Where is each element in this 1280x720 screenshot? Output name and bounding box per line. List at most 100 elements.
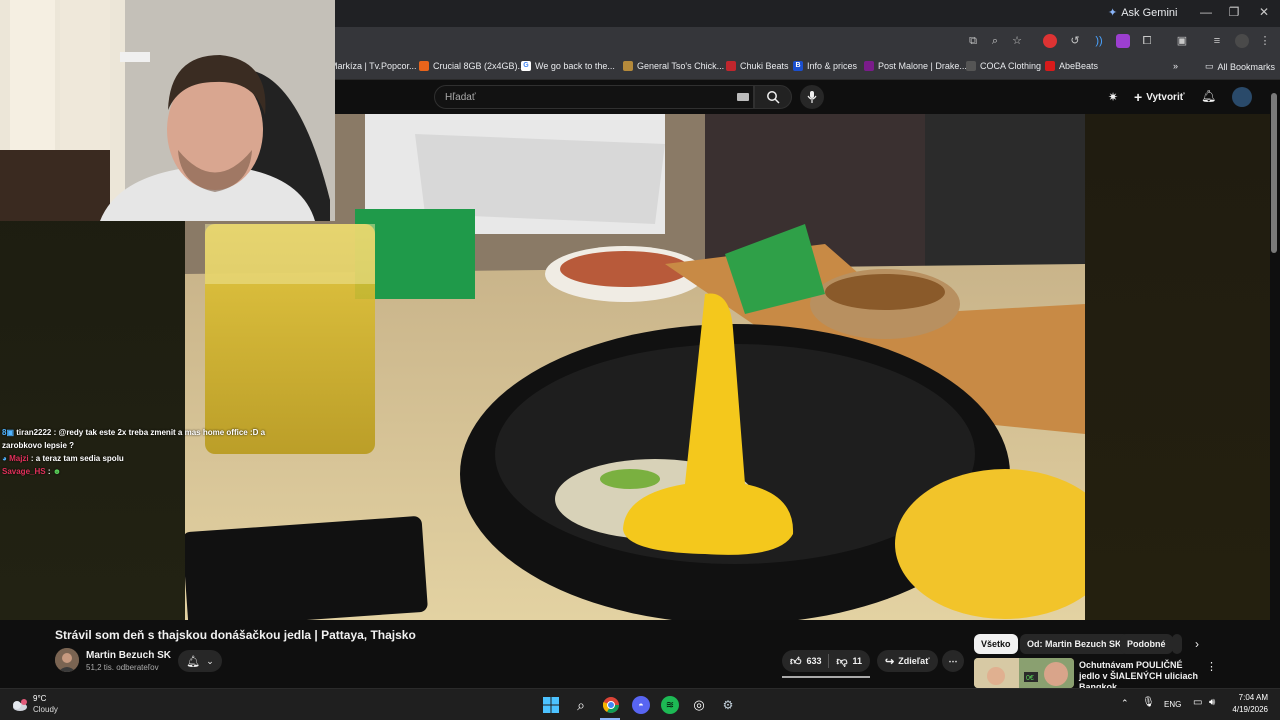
voice-search-button[interactable] [800, 85, 824, 109]
bookmark-item[interactable]: General Tso's Chick... [623, 61, 724, 71]
all-bookmarks-button[interactable]: ▭ All Bookmarks [1205, 61, 1275, 72]
weather-description: Cloudy [33, 705, 58, 714]
ask-gemini-button[interactable]: ✦ Ask Gemini [1108, 6, 1177, 20]
chip-related[interactable]: Podobné [1120, 634, 1173, 654]
recommended-video-thumbnail[interactable]: 0€ [974, 658, 1074, 688]
clock-time[interactable]: 7:04 AM [1236, 693, 1268, 702]
bookmark-favicon-icon [1045, 61, 1055, 71]
video-menu-kebab-icon[interactable]: ⋮ [1206, 660, 1217, 673]
page-scrollbar[interactable] [1271, 93, 1277, 253]
network-icon[interactable]: ▭ [1193, 697, 1202, 708]
share-button[interactable]: ↪ Zdieľať [877, 650, 938, 672]
extension-red-icon[interactable] [1043, 34, 1057, 48]
language-indicator[interactable]: ENG [1164, 700, 1181, 709]
thumbs-down-icon: 👎︎ [836, 655, 848, 668]
bookmark-item[interactable]: Crucial 8GB (2x4GB)... [419, 61, 525, 71]
volume-icon[interactable]: 🔊︎ [1209, 697, 1215, 708]
extensions-puzzle-icon[interactable]: ⧠ [1140, 34, 1154, 48]
chrome-icon[interactable] [602, 696, 620, 714]
bookmark-favicon-icon [623, 61, 633, 71]
channel-name[interactable]: Martin Bezuch SK [86, 650, 171, 661]
plus-icon: + [1134, 89, 1143, 105]
chat-message: 8▣ tiran2222 : @redy tak este 2x treba z… [2, 428, 266, 450]
cast-icon[interactable]: ▣ [1175, 34, 1189, 48]
search-icon [767, 91, 780, 104]
extension-sound-icon[interactable]: )) [1092, 34, 1106, 48]
video-title: Strávil som deň s thajskou donášačkou je… [55, 628, 416, 642]
bookmark-item[interactable]: Markíza | Tv.Popcor... [330, 61, 417, 71]
thumbnail-image: 0€ [974, 658, 1074, 688]
bookmark-item[interactable]: COCA Clothing [966, 61, 1041, 71]
bookmark-item[interactable]: AbeBeats [1045, 61, 1098, 71]
menu-kebab-icon[interactable]: ⋮ [1258, 34, 1272, 48]
extension-arrow-icon[interactable]: ↺ [1068, 34, 1082, 48]
channel-avatar[interactable] [55, 648, 79, 672]
microphone-icon [807, 91, 817, 103]
bell-icon: 🔔︎ [186, 655, 201, 668]
chat-username: Majzi [9, 454, 29, 463]
subscription-bell-button[interactable]: 🔔︎ ⌄ [178, 650, 222, 672]
bookmark-favicon-icon [864, 61, 874, 71]
chevron-right-icon[interactable]: › [1195, 637, 1199, 651]
dislike-button[interactable]: 👎︎ 11 [836, 655, 862, 668]
more-actions-button[interactable]: ⋯ [942, 650, 964, 672]
bookmark-item[interactable]: B Info & prices [793, 61, 857, 71]
steam-icon[interactable]: ⚙ [719, 696, 737, 714]
zoom-icon[interactable]: ⌕ [988, 34, 1002, 48]
search-button[interactable] [754, 85, 792, 109]
subscriber-count: 51,2 tis. odberateľov [86, 663, 159, 672]
install-app-icon[interactable]: ⧉ [966, 34, 980, 48]
bookmark-favicon-icon [419, 61, 429, 71]
folder-icon: ▭ [1205, 61, 1214, 71]
profile-avatar-icon[interactable] [1235, 34, 1249, 48]
spotify-icon[interactable]: ≋ [661, 696, 679, 714]
channel-avatar-image [55, 648, 79, 672]
search-icon[interactable]: ⌕ [572, 696, 590, 714]
discord-icon[interactable]: ◓ [632, 696, 650, 714]
bookmark-item[interactable]: Chuki Beats [726, 61, 789, 71]
bookmark-star-icon[interactable]: ☆ [1010, 34, 1024, 48]
windows-start-icon[interactable] [542, 696, 560, 714]
bookmark-favicon-icon [726, 61, 736, 71]
bookmarks-overflow-icon[interactable]: » [1173, 61, 1178, 71]
search-input[interactable]: Hľadať [434, 85, 754, 109]
reading-list-icon[interactable]: ≡ [1210, 34, 1224, 48]
minimize-icon[interactable]: — [1196, 5, 1216, 19]
chip-from-channel[interactable]: Od: Martin Bezuch SK [1020, 634, 1129, 654]
clock-date[interactable]: 4/19/2026 [1226, 705, 1268, 714]
app-circle-icon[interactable]: ◎ [690, 696, 708, 714]
keyboard-icon[interactable] [737, 93, 749, 101]
chat-username: tiran2222 [16, 428, 52, 437]
stream-chat-overlay: 8▣ tiran2222 : @redy tak este 2x treba z… [2, 426, 302, 478]
chat-badge-icon: 8▣ [2, 428, 15, 437]
weather-temperature: 9°C [33, 694, 47, 703]
weather-cloud-icon[interactable] [10, 696, 28, 714]
close-icon[interactable]: ✕ [1254, 5, 1274, 19]
notifications-bell-icon[interactable]: 🔔︎ [1201, 89, 1216, 103]
bookmark-item[interactable]: G We go back to the... [521, 61, 615, 71]
microphone-icon[interactable]: 🎙︎ [1142, 697, 1155, 708]
create-button[interactable]: + Vytvoriť [1134, 89, 1185, 105]
google-icon: G [521, 61, 531, 71]
extension-purple-icon[interactable] [1116, 34, 1130, 48]
share-icon: ↪ [885, 655, 895, 668]
like-ratio-bar [782, 676, 870, 678]
like-button[interactable]: 👍︎ 633 [790, 655, 822, 668]
chat-badge-icon: ◕ [2, 454, 7, 463]
chat-username: Savage_HS [2, 467, 46, 476]
chat-message: Savage_HS : ☻ [2, 467, 62, 476]
tray-overflow-icon[interactable]: ⌃ [1121, 698, 1129, 709]
svg-text:0€: 0€ [1026, 675, 1034, 682]
chat-text: a teraz tam sedia spolu [35, 454, 124, 463]
bookmark-item[interactable]: Post Malone | Drake... [864, 61, 967, 71]
webcam-image [0, 0, 335, 221]
bookmark-favicon-icon [966, 61, 976, 71]
thumbs-up-icon: 👍︎ [790, 655, 802, 668]
restore-icon[interactable]: ❐ [1224, 5, 1244, 19]
more-horizontal-icon: ⋯ [948, 655, 958, 666]
chip-all[interactable]: Všetko [974, 634, 1018, 654]
user-avatar[interactable] [1232, 87, 1252, 107]
gemini-sparkle-icon[interactable]: ✷ [1108, 90, 1118, 104]
windows-taskbar: ⌕ ◓ ≋ ◎ ⚙ ⌃ 🎙︎ ▭ 🔊︎ [0, 688, 1280, 720]
chip-overflow[interactable] [1172, 634, 1182, 654]
